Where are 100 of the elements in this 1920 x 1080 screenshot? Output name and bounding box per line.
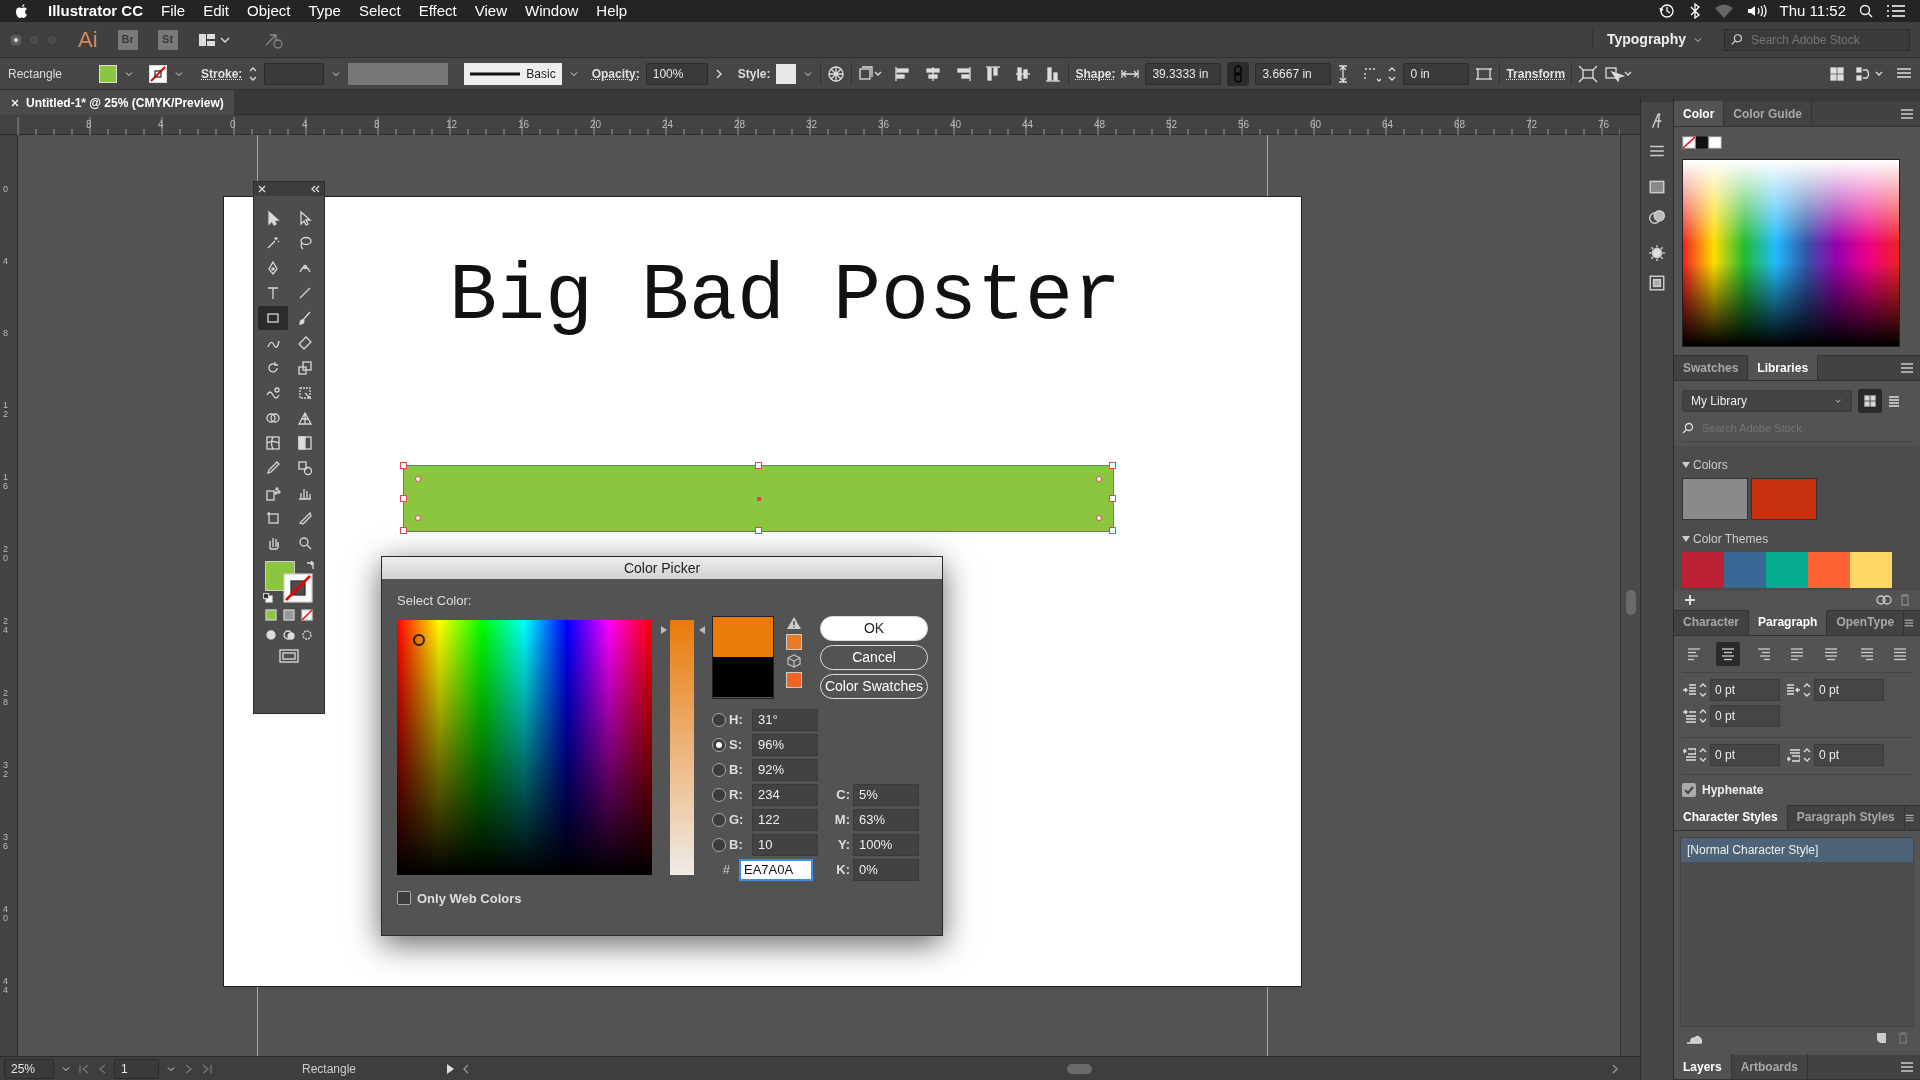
poster-title: Big Bad Poster (449, 250, 1122, 344)
indent-field[interactable]: 0 pt (1814, 743, 1884, 766)
workspace-switcher[interactable]: Typography (1606, 29, 1686, 50)
field-label: M: (833, 810, 850, 829)
menu-item[interactable]: Type (308, 0, 341, 23)
checkbox-label: Only Web Colors (417, 889, 522, 908)
panel-tab[interactable]: Layers (1674, 1054, 1732, 1079)
dialog-button[interactable]: OK (820, 615, 928, 641)
field-label: R: (729, 785, 744, 804)
brush-definition-field[interactable]: Basic (464, 62, 562, 85)
panel-tab[interactable]: Artboards (1731, 1054, 1809, 1079)
value-field[interactable]: 63% (853, 808, 919, 831)
ruler-label: 44 (3, 977, 9, 995)
artboard-number-field[interactable]: 1 (114, 1058, 159, 1079)
indent-field[interactable]: 0 pt (1710, 704, 1780, 727)
ruler-label: 8 (3, 329, 9, 338)
panel-tab[interactable]: Character Styles (1674, 804, 1788, 830)
ruler-label: 28 (734, 118, 746, 132)
menu-item[interactable]: Edit (203, 0, 230, 23)
selection-type-label: Rectangle (8, 65, 64, 83)
shape-label: Shape: (1075, 65, 1116, 83)
ruler-label: 36 (3, 833, 9, 851)
checkbox-label: Hyphenate (1702, 781, 1764, 799)
ruler-label: 48 (1094, 118, 1106, 132)
value-field[interactable]: 31° (752, 708, 818, 731)
ruler-label: 28 (3, 689, 9, 707)
style-label: Style: (737, 65, 771, 83)
ruler-label: 72 (1526, 118, 1538, 132)
field-label: Y: (836, 835, 850, 854)
ruler-label: 24 (662, 118, 674, 132)
app-name: Illustrator CC (48, 0, 143, 21)
field-label: H: (729, 710, 744, 729)
opacity-label: Opacity: (591, 65, 640, 83)
panel-tab[interactable]: Paragraph Styles (1787, 804, 1905, 830)
panel-tab[interactable]: Paragraph (1749, 609, 1828, 635)
app-logo: Ai (78, 26, 98, 54)
menu-item[interactable]: Object (247, 0, 291, 23)
ruler-label: 20 (3, 545, 9, 563)
value-field[interactable]: 100% (853, 833, 919, 856)
ruler-label: 4 (158, 118, 164, 132)
panel-tab[interactable]: Color Guide (1724, 101, 1812, 126)
library-dropdown[interactable]: My Library (1682, 390, 1852, 412)
shape-height-field[interactable]: 3.6667 in (1255, 62, 1332, 85)
panel-tab[interactable]: OpenType (1827, 609, 1905, 635)
transform-link[interactable]: Transform (1506, 64, 1566, 83)
value-field[interactable]: 92% (752, 758, 818, 781)
section-heading: Color Themes (1693, 530, 1769, 548)
menu-item[interactable]: Window (525, 0, 579, 23)
ruler-label: 68 (1454, 118, 1466, 132)
menu-item[interactable]: Help (596, 0, 628, 23)
hex-field[interactable]: EA7A0A (739, 858, 813, 881)
value-field[interactable]: 5% (853, 783, 919, 806)
panel-tab[interactable]: Libraries (1748, 355, 1819, 380)
menu-clock: Thu 11:52 (1779, 0, 1846, 21)
ruler-label: 12 (446, 118, 458, 132)
ruler-label: 32 (3, 761, 9, 779)
zoom-field[interactable]: 25% (4, 1058, 54, 1079)
ruler-label: 44 (1022, 118, 1034, 132)
ruler-label: 4 (302, 118, 308, 132)
field-label: B: (729, 835, 744, 854)
indent-field[interactable]: 0 pt (1710, 678, 1780, 701)
ruler-label: 16 (518, 118, 530, 132)
field-label: G: (729, 810, 745, 829)
field-label: K: (835, 860, 850, 879)
ruler-label: 8 (86, 118, 92, 132)
library-name: My Library (1691, 393, 1747, 410)
opacity-field[interactable]: 100% (645, 62, 708, 85)
value-field[interactable]: 10 (752, 833, 818, 856)
status-text: Rectangle (300, 1060, 357, 1078)
ruler-label: 12 (3, 401, 9, 419)
menu-item[interactable]: File (161, 0, 186, 23)
menu-item[interactable]: Select (358, 0, 401, 23)
dialog-title: Color Picker (382, 557, 942, 579)
value-field[interactable]: 96% (752, 733, 818, 756)
menu-item[interactable]: Effect (418, 0, 457, 23)
menu-item[interactable]: View (474, 0, 507, 23)
field-label: C: (835, 785, 850, 804)
select-color-label: Select Color: (397, 592, 473, 610)
ruler-label: 64 (1382, 118, 1394, 132)
panel-tab[interactable]: Color (1674, 101, 1725, 126)
ruler-label: 52 (1166, 118, 1178, 132)
indent-field[interactable]: 0 pt (1814, 678, 1884, 701)
value-field[interactable]: 234 (752, 783, 818, 806)
ruler-label: 40 (950, 118, 962, 132)
style-list-item[interactable]: [Normal Character Style] (1681, 837, 1913, 862)
ruler-label: 0 (3, 185, 9, 194)
brush-name: Basic (526, 65, 556, 83)
corner-radius-field[interactable]: 0 in (1403, 62, 1470, 85)
indent-field[interactable]: 0 pt (1710, 743, 1780, 766)
hex-label: # (721, 860, 730, 879)
field-label: B: (729, 760, 744, 779)
stock-search-field[interactable]: Search Adobe Stock (1724, 28, 1910, 51)
stroke-label: Stroke: (201, 65, 243, 83)
ruler-label: 76 (1598, 118, 1610, 132)
ruler-label: 20 (590, 118, 602, 132)
value-field[interactable]: 122 (752, 808, 818, 831)
ruler-label: 24 (3, 617, 9, 635)
value-field[interactable]: 0% (853, 858, 919, 881)
shape-width-field[interactable]: 39.3333 in (1145, 62, 1222, 85)
ruler-label: 36 (878, 118, 890, 132)
